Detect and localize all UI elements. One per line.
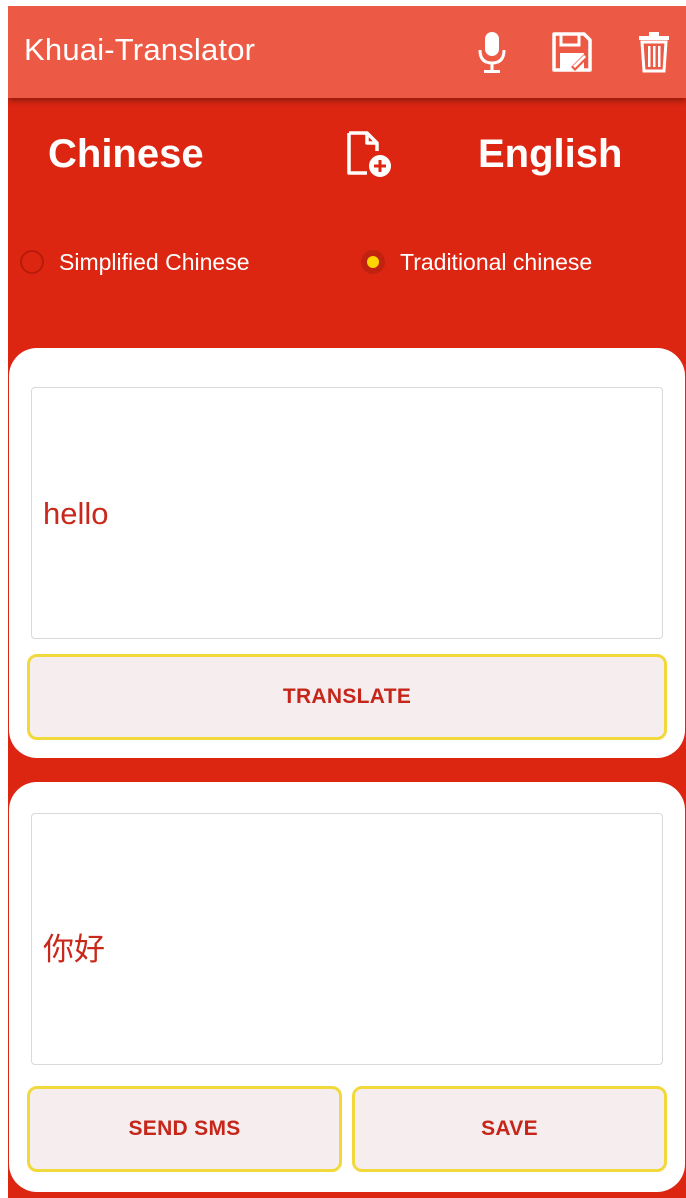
- translate-button[interactable]: TRANSLATE: [27, 654, 667, 740]
- save-button[interactable]: SAVE: [352, 1086, 667, 1172]
- source-language[interactable]: Chinese: [48, 132, 204, 177]
- app-screen: Khuai-Translator Chinese English Simplif…: [8, 6, 686, 1198]
- save-icon[interactable]: [550, 28, 594, 76]
- translated-text: 你好: [43, 932, 105, 967]
- microphone-icon[interactable]: [470, 28, 514, 76]
- script-options: Simplified Chinese Traditional chinese: [8, 244, 686, 284]
- app-bar: Khuai-Translator: [8, 6, 686, 98]
- language-selector: Chinese English: [8, 124, 686, 194]
- radio-label: Simplified Chinese: [59, 248, 250, 275]
- input-card: hello TRANSLATE: [9, 348, 685, 758]
- document-add-icon[interactable]: [338, 124, 398, 184]
- radio-label: Traditional chinese: [400, 248, 593, 275]
- output-card: 你好 SEND SMS SAVE: [9, 782, 685, 1192]
- target-language[interactable]: English: [478, 132, 622, 177]
- app-title: Khuai-Translator: [24, 32, 256, 67]
- translated-text-output[interactable]: 你好: [31, 813, 663, 1065]
- radio-simplified-chinese[interactable]: Simplified Chinese: [20, 244, 249, 280]
- trash-icon[interactable]: [632, 28, 676, 76]
- send-sms-button[interactable]: SEND SMS: [27, 1086, 342, 1172]
- radio-button-unchecked[interactable]: [20, 250, 44, 274]
- source-text: hello: [43, 496, 109, 531]
- radio-traditional-chinese[interactable]: Traditional chinese: [361, 244, 592, 280]
- source-text-input[interactable]: hello: [31, 387, 663, 639]
- radio-button-checked[interactable]: [361, 250, 385, 274]
